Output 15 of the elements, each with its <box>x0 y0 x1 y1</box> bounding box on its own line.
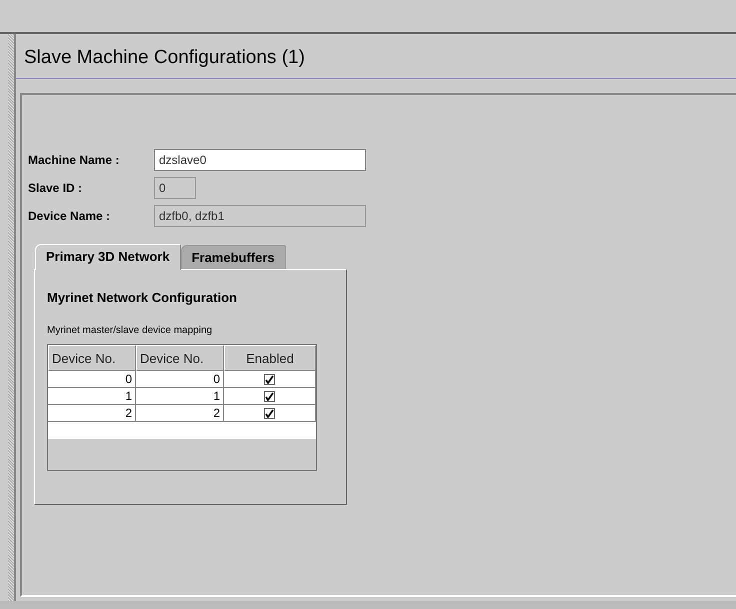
panel-title: Slave Machine Configurations (1) <box>24 47 305 69</box>
column-header[interactable]: Device No. <box>48 345 136 371</box>
section-title: Myrinet Network Configuration <box>47 290 238 305</box>
table-caption: Myrinet master/slave device mapping <box>47 325 214 336</box>
checkbox[interactable] <box>264 374 275 384</box>
tab[interactable]: Primary 3D Network <box>35 244 181 270</box>
column-header[interactable]: Enabled <box>224 345 316 371</box>
checkbox[interactable] <box>264 390 275 402</box>
field-label: Slave ID : <box>28 181 84 195</box>
tab[interactable]: Framebuffers <box>180 245 286 269</box>
input-field[interactable]: dzslave0 <box>154 149 366 171</box>
field-label: Device Name : <box>28 209 112 223</box>
field-label: Machine Name : <box>28 153 120 167</box>
column-header[interactable]: Device No. <box>136 345 224 371</box>
checkbox[interactable] <box>264 408 275 418</box>
